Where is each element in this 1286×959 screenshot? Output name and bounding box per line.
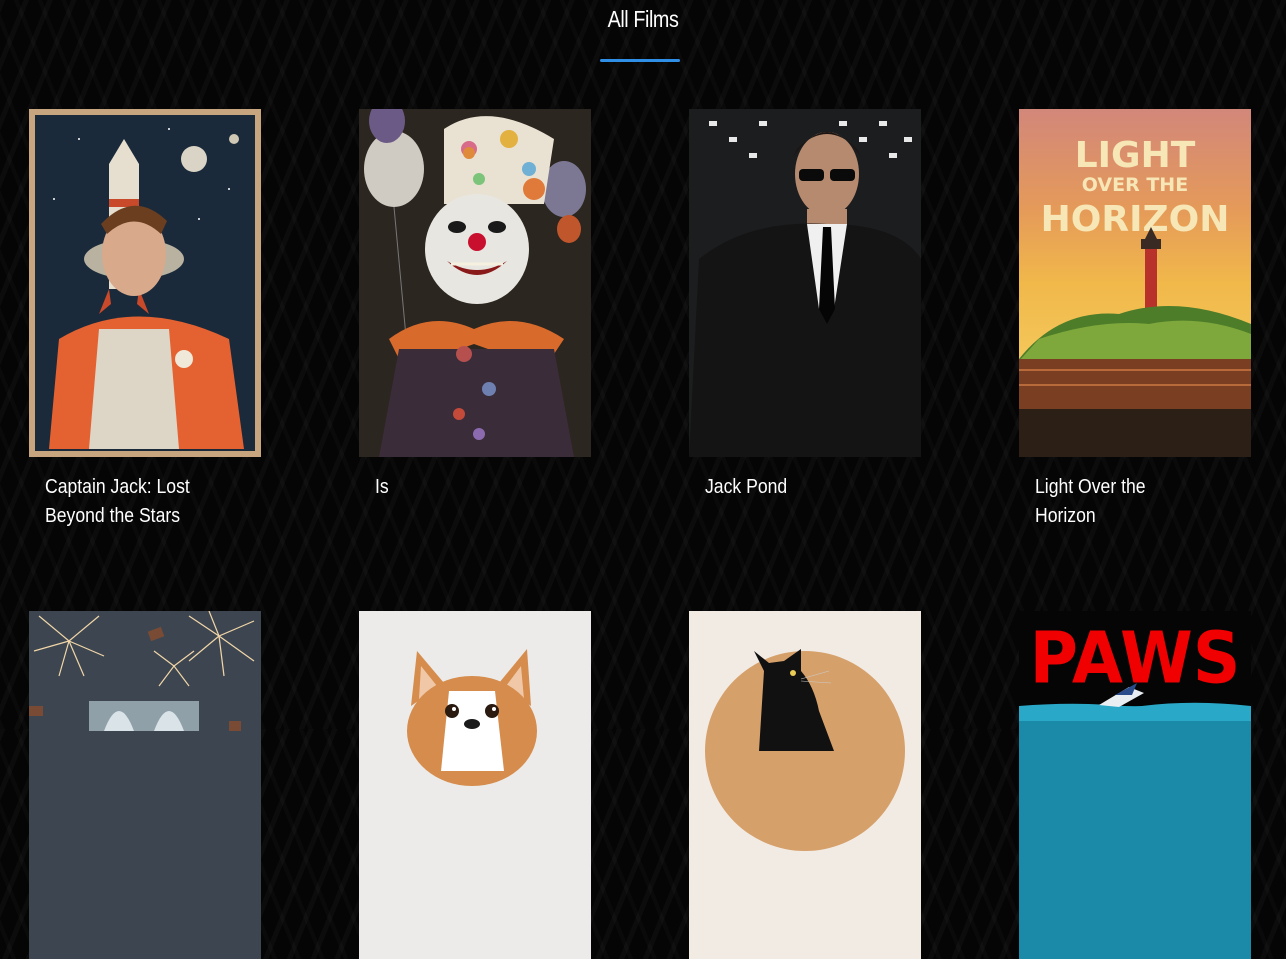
film-title[interactable]: Jack Pond <box>705 473 881 502</box>
black-cat-poster-icon[interactable] <box>689 611 921 959</box>
agent-in-suit-poster-icon[interactable] <box>689 109 921 457</box>
lighthouse-poster-icon[interactable]: LIGHT OVER THE HORIZON <box>1019 109 1251 457</box>
poster-text-line: LIGHT <box>1075 135 1196 176</box>
film-title[interactable]: Is <box>375 473 551 502</box>
clown-poster-icon[interactable] <box>359 109 591 457</box>
page-header: All Films <box>0 0 1286 70</box>
paws-poster-icon[interactable]: PAWS <box>1019 611 1251 959</box>
astronaut-poster-icon[interactable] <box>29 109 261 457</box>
film-title[interactable]: Light Over the Horizon <box>1035 473 1211 531</box>
page-title: All Films <box>607 6 679 32</box>
title-underline <box>600 59 680 62</box>
corgi-poster-icon[interactable] <box>359 611 591 959</box>
film-title[interactable]: Captain Jack: Lost Beyond the Stars <box>45 473 221 531</box>
poster-text-line: HORIZON <box>1041 199 1230 240</box>
poster-text-line: OVER THE <box>1082 174 1188 196</box>
fireworks-poster-icon[interactable] <box>29 611 261 959</box>
